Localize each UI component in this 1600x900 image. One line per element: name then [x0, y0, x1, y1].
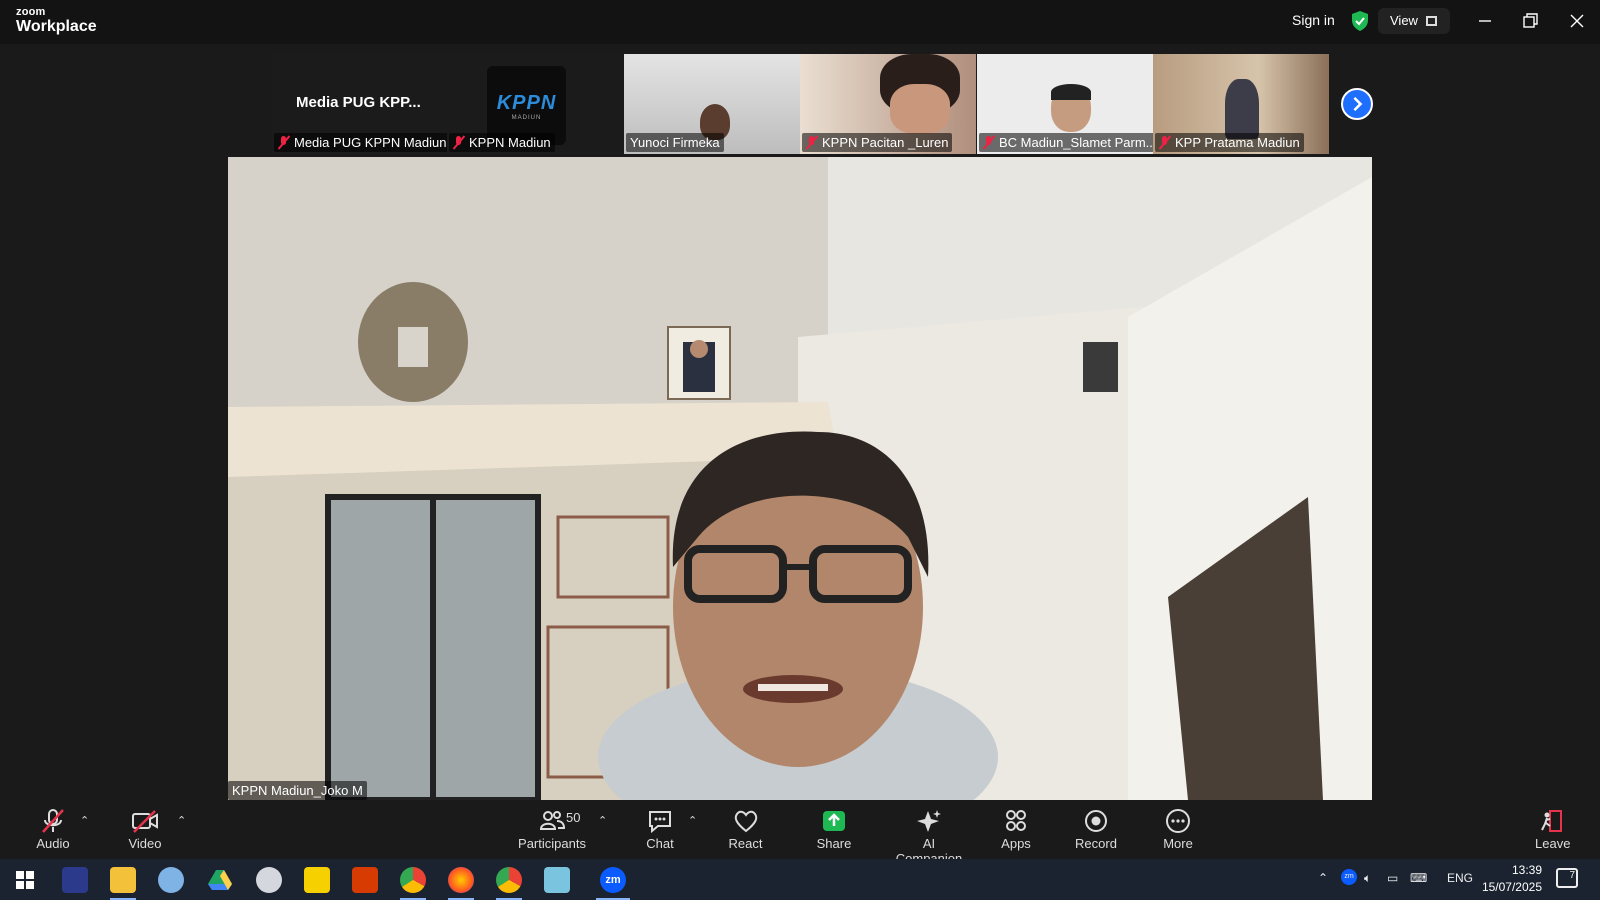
- more-button[interactable]: More: [1162, 808, 1194, 851]
- title-bar: zoom Workplace Sign in View: [0, 0, 1600, 44]
- minimize-icon[interactable]: [1473, 9, 1497, 33]
- logo-workplace-text: Workplace: [16, 18, 97, 35]
- participant-title: Media PUG KPP...: [296, 94, 421, 111]
- meeting-toolbar: Audio ⌃ Video ⌃ Participants 50 ⌃ Chat ⌃: [0, 800, 1600, 866]
- zoom-tray-icon[interactable]: zm: [1341, 869, 1357, 885]
- encryption-shield-icon[interactable]: [1351, 10, 1369, 32]
- network-icon[interactable]: ▭: [1387, 871, 1398, 885]
- leave-door-icon: [1541, 810, 1562, 832]
- participant-name: BC Madiun_Slamet Parm...: [979, 133, 1153, 152]
- mic-muted-icon: [42, 809, 64, 833]
- participant-tile[interactable]: Yunoci Firmeka: [624, 54, 800, 154]
- chrome-profile-icon[interactable]: [400, 867, 426, 893]
- chat-icon: [649, 811, 671, 834]
- record-icon: [1085, 810, 1107, 832]
- participants-options-chevron-icon[interactable]: ⌃: [598, 814, 607, 827]
- speaker-video-frame: [228, 157, 1372, 800]
- main-speaker-video: [228, 157, 1372, 800]
- audio-options-chevron-icon[interactable]: ⌃: [80, 814, 89, 827]
- show-hidden-icons-chevron-icon[interactable]: ⌃: [1318, 871, 1328, 885]
- ai-sparkle-icon: [917, 810, 941, 832]
- participant-strip: Media PUG KPP... Media PUG KPPN Madiun K…: [272, 54, 1329, 154]
- video-options-chevron-icon[interactable]: ⌃: [177, 814, 186, 827]
- windows-taskbar: zm ⌃ zm 🔈︎ ▭ ⌨︎ ENG 13:39 15/07/2025 7: [0, 859, 1600, 900]
- notepad-icon[interactable]: [544, 867, 570, 893]
- participants-count: 50: [566, 810, 581, 825]
- heart-icon: [734, 810, 757, 833]
- mic-muted-icon: [453, 136, 464, 149]
- participant-name: KPPN Pacitan _Luren: [802, 133, 953, 152]
- chrome-icon[interactable]: [496, 867, 522, 893]
- sticky-notes-icon[interactable]: [304, 867, 330, 893]
- participants-icon: [539, 811, 566, 830]
- video-off-icon: [132, 810, 158, 833]
- ai-companion-button[interactable]: AI Companion: [888, 808, 970, 866]
- chat-button[interactable]: Chat: [645, 808, 675, 851]
- participant-name: KPP Pratama Madiun: [1155, 133, 1304, 152]
- participant-name: Yunoci Firmeka: [626, 133, 724, 152]
- video-button[interactable]: Video: [125, 808, 165, 851]
- record-button[interactable]: Record: [1075, 808, 1117, 851]
- google-drive-icon[interactable]: [207, 867, 233, 893]
- audio-button[interactable]: Audio: [33, 808, 73, 851]
- keyboard-icon[interactable]: ⌨︎: [1410, 871, 1427, 885]
- snipping-tool-icon[interactable]: [256, 867, 282, 893]
- restore-icon[interactable]: [1518, 9, 1542, 33]
- apps-icon: [1006, 810, 1026, 831]
- participant-tile[interactable]: Media PUG KPP... Media PUG KPPN Madiun: [272, 54, 475, 154]
- participant-video: [1225, 79, 1259, 139]
- view-label: View: [1390, 13, 1418, 28]
- media-player-icon[interactable]: [62, 867, 88, 893]
- firefox-icon[interactable]: [448, 867, 474, 893]
- paint-icon[interactable]: [158, 867, 184, 893]
- participant-name: KPPN Madiun: [449, 133, 555, 152]
- next-page-chevron-icon[interactable]: [1341, 88, 1373, 120]
- file-explorer-icon[interactable]: [110, 867, 136, 893]
- react-button[interactable]: React: [728, 808, 763, 851]
- chat-options-chevron-icon[interactable]: ⌃: [688, 814, 697, 827]
- close-icon[interactable]: [1565, 9, 1589, 33]
- windows-start-icon[interactable]: [12, 867, 38, 893]
- share-button[interactable]: Share: [815, 808, 853, 851]
- participant-tile[interactable]: KPPN MADIUN KPPN Madiun: [447, 54, 623, 154]
- main-speaker-name: KPPN Madiun_Joko M: [228, 781, 367, 800]
- mic-muted-icon: [1159, 136, 1170, 149]
- zoom-workplace-logo: zoom Workplace: [16, 7, 97, 35]
- clock[interactable]: 13:39 15/07/2025: [1462, 862, 1542, 896]
- view-button[interactable]: View: [1378, 8, 1450, 34]
- mic-muted-icon: [806, 136, 817, 149]
- participant-tile[interactable]: BC Madiun_Slamet Parm...: [977, 54, 1153, 154]
- logo-zoom-text: zoom: [16, 6, 46, 18]
- clock-date: 15/07/2025: [1481, 880, 1542, 894]
- more-icon: [1166, 809, 1190, 833]
- zoom-app-icon[interactable]: zm: [600, 867, 626, 893]
- participant-tile[interactable]: KPP Pratama Madiun: [1153, 54, 1329, 154]
- share-screen-icon: [823, 811, 845, 831]
- participant-tile[interactable]: KPPN Pacitan _Luren: [800, 54, 976, 154]
- notifications-icon[interactable]: 7: [1556, 868, 1578, 888]
- mic-muted-icon: [983, 136, 994, 149]
- volume-icon[interactable]: 🔈︎: [1364, 871, 1371, 886]
- sign-in-link[interactable]: Sign in: [1292, 12, 1335, 28]
- grid-icon: [1425, 16, 1437, 26]
- apps-button[interactable]: Apps: [1000, 808, 1032, 851]
- participant-name: Media PUG KPPN Madiun: [274, 133, 451, 152]
- clock-time: 13:39: [1511, 863, 1542, 877]
- mic-muted-icon: [278, 136, 289, 149]
- office-icon[interactable]: [352, 867, 378, 893]
- notification-count: 7: [1569, 870, 1575, 881]
- leave-button[interactable]: Leave: [1535, 808, 1570, 851]
